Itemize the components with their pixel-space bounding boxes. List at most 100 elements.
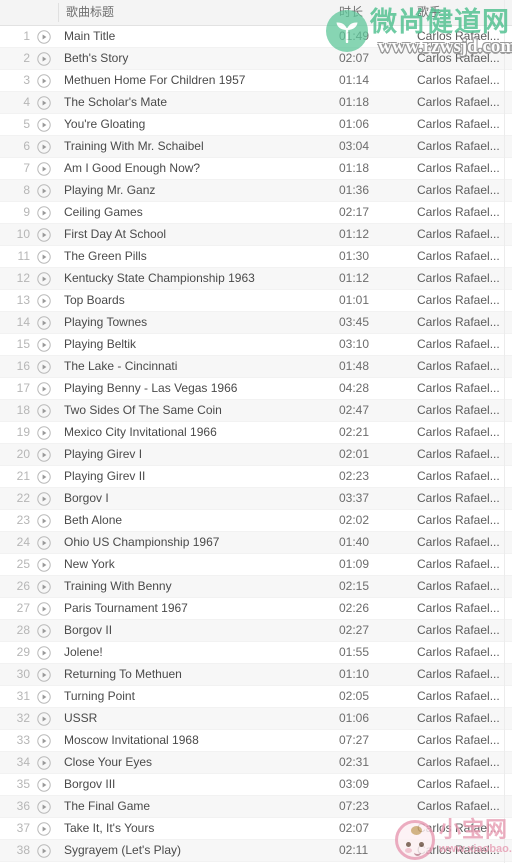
track-artist[interactable]: Carlos Rafael... <box>417 378 503 399</box>
track-artist[interactable]: Carlos Rafael... <box>417 466 503 487</box>
track-artist[interactable]: Carlos Rafael... <box>417 510 503 531</box>
play-circle-icon[interactable] <box>36 92 52 113</box>
track-title[interactable]: Playing Girev II <box>64 466 334 487</box>
track-row[interactable]: 6 Training With Mr. Schaibel 03:04 Carlos R… <box>0 136 512 158</box>
track-artist[interactable]: Carlos Rafael... <box>417 92 503 113</box>
play-circle-icon[interactable] <box>36 708 52 729</box>
track-row[interactable]: 24 Ohio US Championship 1967 01:40 Carlos R… <box>0 532 512 554</box>
play-circle-icon[interactable] <box>36 664 52 685</box>
play-circle-icon[interactable] <box>36 422 52 443</box>
play-circle-icon[interactable] <box>36 312 52 333</box>
track-title[interactable]: Two Sides Of The Same Coin <box>64 400 334 421</box>
track-artist[interactable]: Carlos Rafael... <box>417 444 503 465</box>
column-header-duration[interactable]: 时长 <box>339 0 363 25</box>
play-circle-icon[interactable] <box>36 510 52 531</box>
play-circle-icon[interactable] <box>36 290 52 311</box>
play-circle-icon[interactable] <box>36 576 52 597</box>
track-title[interactable]: Returning To Methuen <box>64 664 334 685</box>
track-artist[interactable]: Carlos Rafael... <box>417 708 503 729</box>
track-row[interactable]: 3 Methuen Home For Children 1957 01:14 Carl… <box>0 70 512 92</box>
track-row[interactable]: 9 Ceiling Games 02:17 Carlos Rafael... <box>0 202 512 224</box>
play-circle-icon[interactable] <box>36 554 52 575</box>
track-row[interactable]: 23 Beth Alone 02:02 Carlos Rafael... <box>0 510 512 532</box>
play-circle-icon[interactable] <box>36 136 52 157</box>
track-title[interactable]: Playing Girev I <box>64 444 334 465</box>
column-header-title[interactable]: 歌曲标题 <box>66 0 114 25</box>
track-title[interactable]: Am I Good Enough Now? <box>64 158 334 179</box>
track-title[interactable]: Borgov I <box>64 488 334 509</box>
track-row[interactable]: 15 Playing Beltik 03:10 Carlos Rafael... <box>0 334 512 356</box>
track-title[interactable]: Playing Benny - Las Vegas 1966 <box>64 378 334 399</box>
track-row[interactable]: 27 Paris Tournament 1967 02:26 Carlos Rafae… <box>0 598 512 620</box>
play-circle-icon[interactable] <box>36 686 52 707</box>
track-row[interactable]: 35 Borgov III 03:09 Carlos Rafael... <box>0 774 512 796</box>
play-circle-icon[interactable] <box>36 752 52 773</box>
track-artist[interactable]: Carlos Rafael... <box>417 224 503 245</box>
track-artist[interactable]: Carlos Rafael... <box>417 180 503 201</box>
track-artist[interactable]: Carlos Rafael... <box>417 730 503 751</box>
track-title[interactable]: Ceiling Games <box>64 202 334 223</box>
track-title[interactable]: Beth's Story <box>64 48 334 69</box>
play-circle-icon[interactable] <box>36 598 52 619</box>
track-row[interactable]: 12 Kentucky State Championship 1963 01:12 C… <box>0 268 512 290</box>
track-title[interactable]: Sygrayem (Let's Play) <box>64 840 334 861</box>
track-row[interactable]: 13 Top Boards 01:01 Carlos Rafael... <box>0 290 512 312</box>
column-header-artist[interactable]: 歌手 <box>417 0 441 25</box>
play-circle-icon[interactable] <box>36 356 52 377</box>
track-artist[interactable]: Carlos Rafael... <box>417 554 503 575</box>
track-title[interactable]: Paris Tournament 1967 <box>64 598 334 619</box>
track-row[interactable]: 22 Borgov I 03:37 Carlos Rafael... <box>0 488 512 510</box>
track-artist[interactable]: Carlos Rafael... <box>417 818 503 839</box>
track-row[interactable]: 29 Jolene! 01:55 Carlos Rafael... <box>0 642 512 664</box>
track-row[interactable]: 34 Close Your Eyes 02:31 Carlos Rafael... <box>0 752 512 774</box>
track-row[interactable]: 38 Sygrayem (Let's Play) 02:11 Carlos Rafae… <box>0 840 512 862</box>
track-title[interactable]: You're Gloating <box>64 114 334 135</box>
track-artist[interactable]: Carlos Rafael... <box>417 686 503 707</box>
track-artist[interactable]: Carlos Rafael... <box>417 840 503 861</box>
track-artist[interactable]: Carlos Rafael... <box>417 532 503 553</box>
track-row[interactable]: 37 Take It, It's Yours 02:07 Carlos Rafael.… <box>0 818 512 840</box>
play-circle-icon[interactable] <box>36 158 52 179</box>
track-row[interactable]: 32 USSR 01:06 Carlos Rafael... <box>0 708 512 730</box>
track-title[interactable]: Training With Benny <box>64 576 334 597</box>
track-artist[interactable]: Carlos Rafael... <box>417 136 503 157</box>
track-row[interactable]: 25 New York 01:09 Carlos Rafael... <box>0 554 512 576</box>
track-artist[interactable]: Carlos Rafael... <box>417 752 503 773</box>
track-row[interactable]: 26 Training With Benny 02:15 Carlos Rafael.… <box>0 576 512 598</box>
track-artist[interactable]: Carlos Rafael... <box>417 664 503 685</box>
play-circle-icon[interactable] <box>36 488 52 509</box>
track-artist[interactable]: Carlos Rafael... <box>417 400 503 421</box>
track-title[interactable]: Playing Townes <box>64 312 334 333</box>
track-title[interactable]: Take It, It's Yours <box>64 818 334 839</box>
track-title[interactable]: New York <box>64 554 334 575</box>
track-row[interactable]: 11 The Green Pills 01:30 Carlos Rafael... <box>0 246 512 268</box>
track-artist[interactable]: Carlos Rafael... <box>417 642 503 663</box>
track-title[interactable]: Top Boards <box>64 290 334 311</box>
track-artist[interactable]: Carlos Rafael... <box>417 70 503 91</box>
track-row[interactable]: 33 Moscow Invitational 1968 07:27 Carlos Ra… <box>0 730 512 752</box>
track-artist[interactable]: Carlos Rafael... <box>417 334 503 355</box>
track-row[interactable]: 30 Returning To Methuen 01:10 Carlos Rafael… <box>0 664 512 686</box>
play-circle-icon[interactable] <box>36 224 52 245</box>
track-row[interactable]: 17 Playing Benny - Las Vegas 1966 04:28 Car… <box>0 378 512 400</box>
track-artist[interactable]: Carlos Rafael... <box>417 48 503 69</box>
play-circle-icon[interactable] <box>36 840 52 861</box>
track-artist[interactable]: Carlos Rafael... <box>417 202 503 223</box>
track-title[interactable]: Main Title <box>64 26 334 47</box>
play-circle-icon[interactable] <box>36 378 52 399</box>
track-artist[interactable]: Carlos Rafael... <box>417 290 503 311</box>
play-circle-icon[interactable] <box>36 774 52 795</box>
play-circle-icon[interactable] <box>36 180 52 201</box>
track-row[interactable]: 18 Two Sides Of The Same Coin 02:47 Carlos … <box>0 400 512 422</box>
play-circle-icon[interactable] <box>36 202 52 223</box>
play-circle-icon[interactable] <box>36 642 52 663</box>
track-title[interactable]: Borgov II <box>64 620 334 641</box>
track-title[interactable]: Turning Point <box>64 686 334 707</box>
play-circle-icon[interactable] <box>36 796 52 817</box>
play-circle-icon[interactable] <box>36 620 52 641</box>
track-artist[interactable]: Carlos Rafael... <box>417 774 503 795</box>
track-title[interactable]: The Green Pills <box>64 246 334 267</box>
track-title[interactable]: First Day At School <box>64 224 334 245</box>
play-circle-icon[interactable] <box>36 26 52 47</box>
track-row[interactable]: 16 The Lake - Cincinnati 01:48 Carlos Rafae… <box>0 356 512 378</box>
